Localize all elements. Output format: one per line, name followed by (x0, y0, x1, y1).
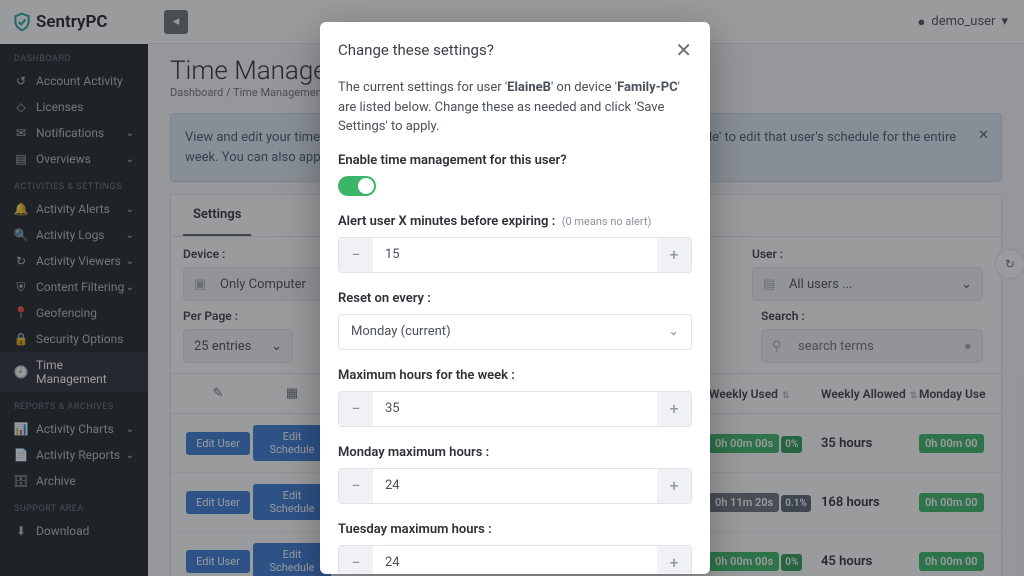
tuesday-label: Tuesday maximum hours : (338, 522, 692, 537)
close-icon: ✕ (675, 38, 692, 62)
max-week-label: Maximum hours for the week : (338, 368, 692, 383)
reset-label: Reset on every : (338, 291, 692, 306)
tuesday-decrement[interactable]: − (339, 546, 373, 575)
alert-decrement[interactable]: − (339, 238, 373, 272)
monday-stepper: − 24 + (338, 468, 692, 504)
max-week-stepper: − 35 + (338, 391, 692, 427)
tuesday-stepper: − 24 + (338, 545, 692, 575)
max-week-decrement[interactable]: − (339, 392, 373, 426)
monday-decrement[interactable]: − (339, 469, 373, 503)
modal-intro: The current settings for user 'ElaineB' … (338, 78, 692, 137)
alert-label: Alert user X minutes before expiring : (… (338, 214, 692, 229)
alert-value[interactable]: 15 (373, 238, 657, 272)
enable-toggle[interactable] (338, 176, 376, 196)
monday-increment[interactable]: + (657, 469, 691, 503)
monday-label: Monday maximum hours : (338, 445, 692, 460)
alert-increment[interactable]: + (657, 238, 691, 272)
alert-stepper: − 15 + (338, 237, 692, 273)
modal-title: Change these settings? (338, 41, 494, 59)
max-week-value[interactable]: 35 (373, 392, 657, 426)
reset-select[interactable]: Monday (current) (338, 314, 692, 350)
max-week-increment[interactable]: + (657, 392, 691, 426)
enable-label: Enable time management for this user? (338, 153, 692, 168)
settings-modal: Change these settings? ✕ The current set… (320, 22, 710, 574)
modal-close-button[interactable]: ✕ (675, 38, 692, 62)
tuesday-increment[interactable]: + (657, 546, 691, 575)
tuesday-value[interactable]: 24 (373, 546, 657, 575)
monday-value[interactable]: 24 (373, 469, 657, 503)
